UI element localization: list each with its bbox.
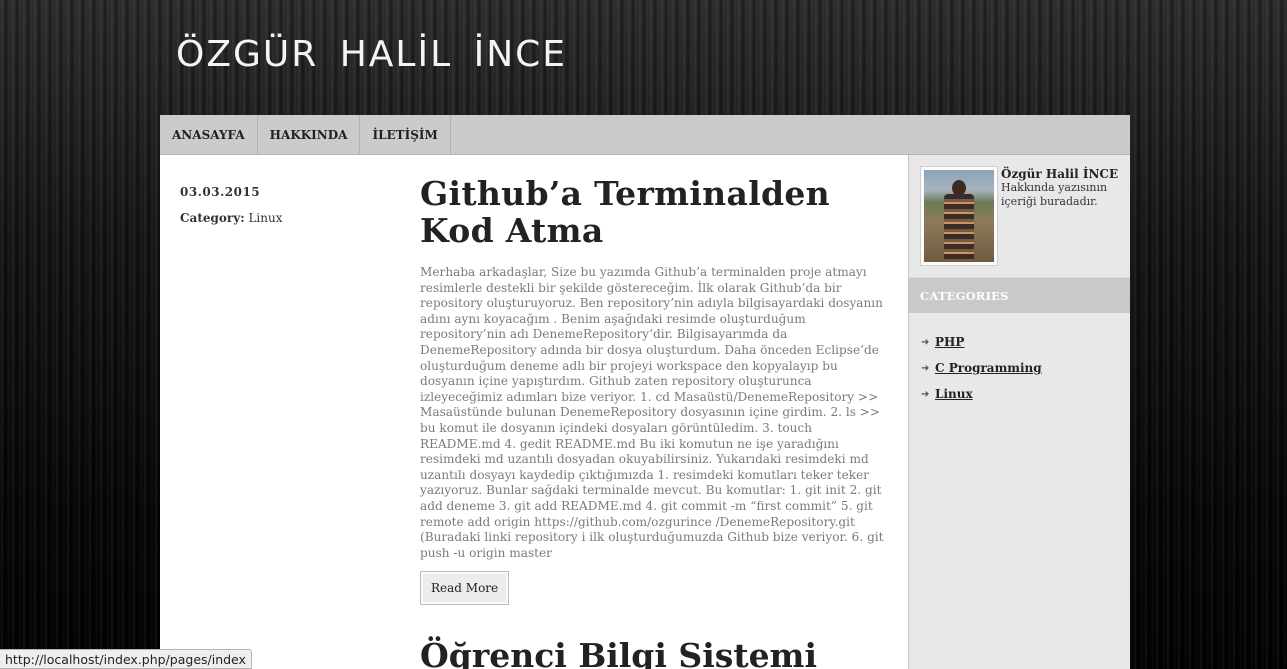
category-link-php[interactable]: PHP <box>935 335 964 349</box>
content-wrapper: ANASAYFA HAKKINDA İLETİŞİM 03.03.2015 Ca… <box>160 115 1130 669</box>
post-meta: 03.03.2015 Category: Linux <box>180 185 380 225</box>
browser-status-bar: http://localhost/index.php/pages/index <box>0 649 252 669</box>
post-date: 03.03.2015 <box>180 185 261 199</box>
nav-item-iletisim[interactable]: İLETİŞİM <box>360 115 451 155</box>
nav-item-anasayfa[interactable]: ANASAYFA <box>160 115 258 155</box>
profile-name: Özgür Halil İNCE <box>1001 167 1119 181</box>
arrow-right-icon: ➜ <box>921 336 930 348</box>
post-category-value[interactable]: Linux <box>248 211 282 225</box>
categories-list: ➜ PHP ➜ C Programming ➜ Linux <box>921 329 1042 407</box>
sidebar: Özgür Halil İNCE Hakkında yazısının içer… <box>908 155 1130 669</box>
avatar <box>921 167 997 265</box>
category-link-c-programming[interactable]: C Programming <box>935 361 1042 375</box>
nav-item-hakkinda[interactable]: HAKKINDA <box>258 115 361 155</box>
category-item: ➜ PHP <box>921 329 1042 355</box>
post-category: Category: Linux <box>180 211 380 225</box>
arrow-right-icon: ➜ <box>921 362 930 374</box>
profile-description: Hakkında yazısının içeriği buradadır. <box>1001 181 1108 208</box>
category-link-linux[interactable]: Linux <box>935 387 973 401</box>
site-title[interactable]: ÖZGÜR HALİL İNCE <box>176 34 567 75</box>
post-excerpt: Merhaba arkadaşlar, Size bu yazımda Gith… <box>420 265 884 560</box>
post-category-label: Category: <box>180 211 245 225</box>
category-item: ➜ Linux <box>921 381 1042 407</box>
arrow-right-icon: ➜ <box>921 388 930 400</box>
categories-header: CATEGORIES <box>909 277 1130 313</box>
post-article: Github’a Terminalden Kod Atma Merhaba ar… <box>420 175 890 606</box>
read-more-button[interactable]: Read More <box>420 571 510 606</box>
next-post-title[interactable]: Öğrenci Bilgi Sistemi <box>420 637 890 669</box>
post-title[interactable]: Github’a Terminalden Kod Atma <box>420 175 890 249</box>
main-navigation: ANASAYFA HAKKINDA İLETİŞİM <box>160 115 1130 155</box>
category-item: ➜ C Programming <box>921 355 1042 381</box>
